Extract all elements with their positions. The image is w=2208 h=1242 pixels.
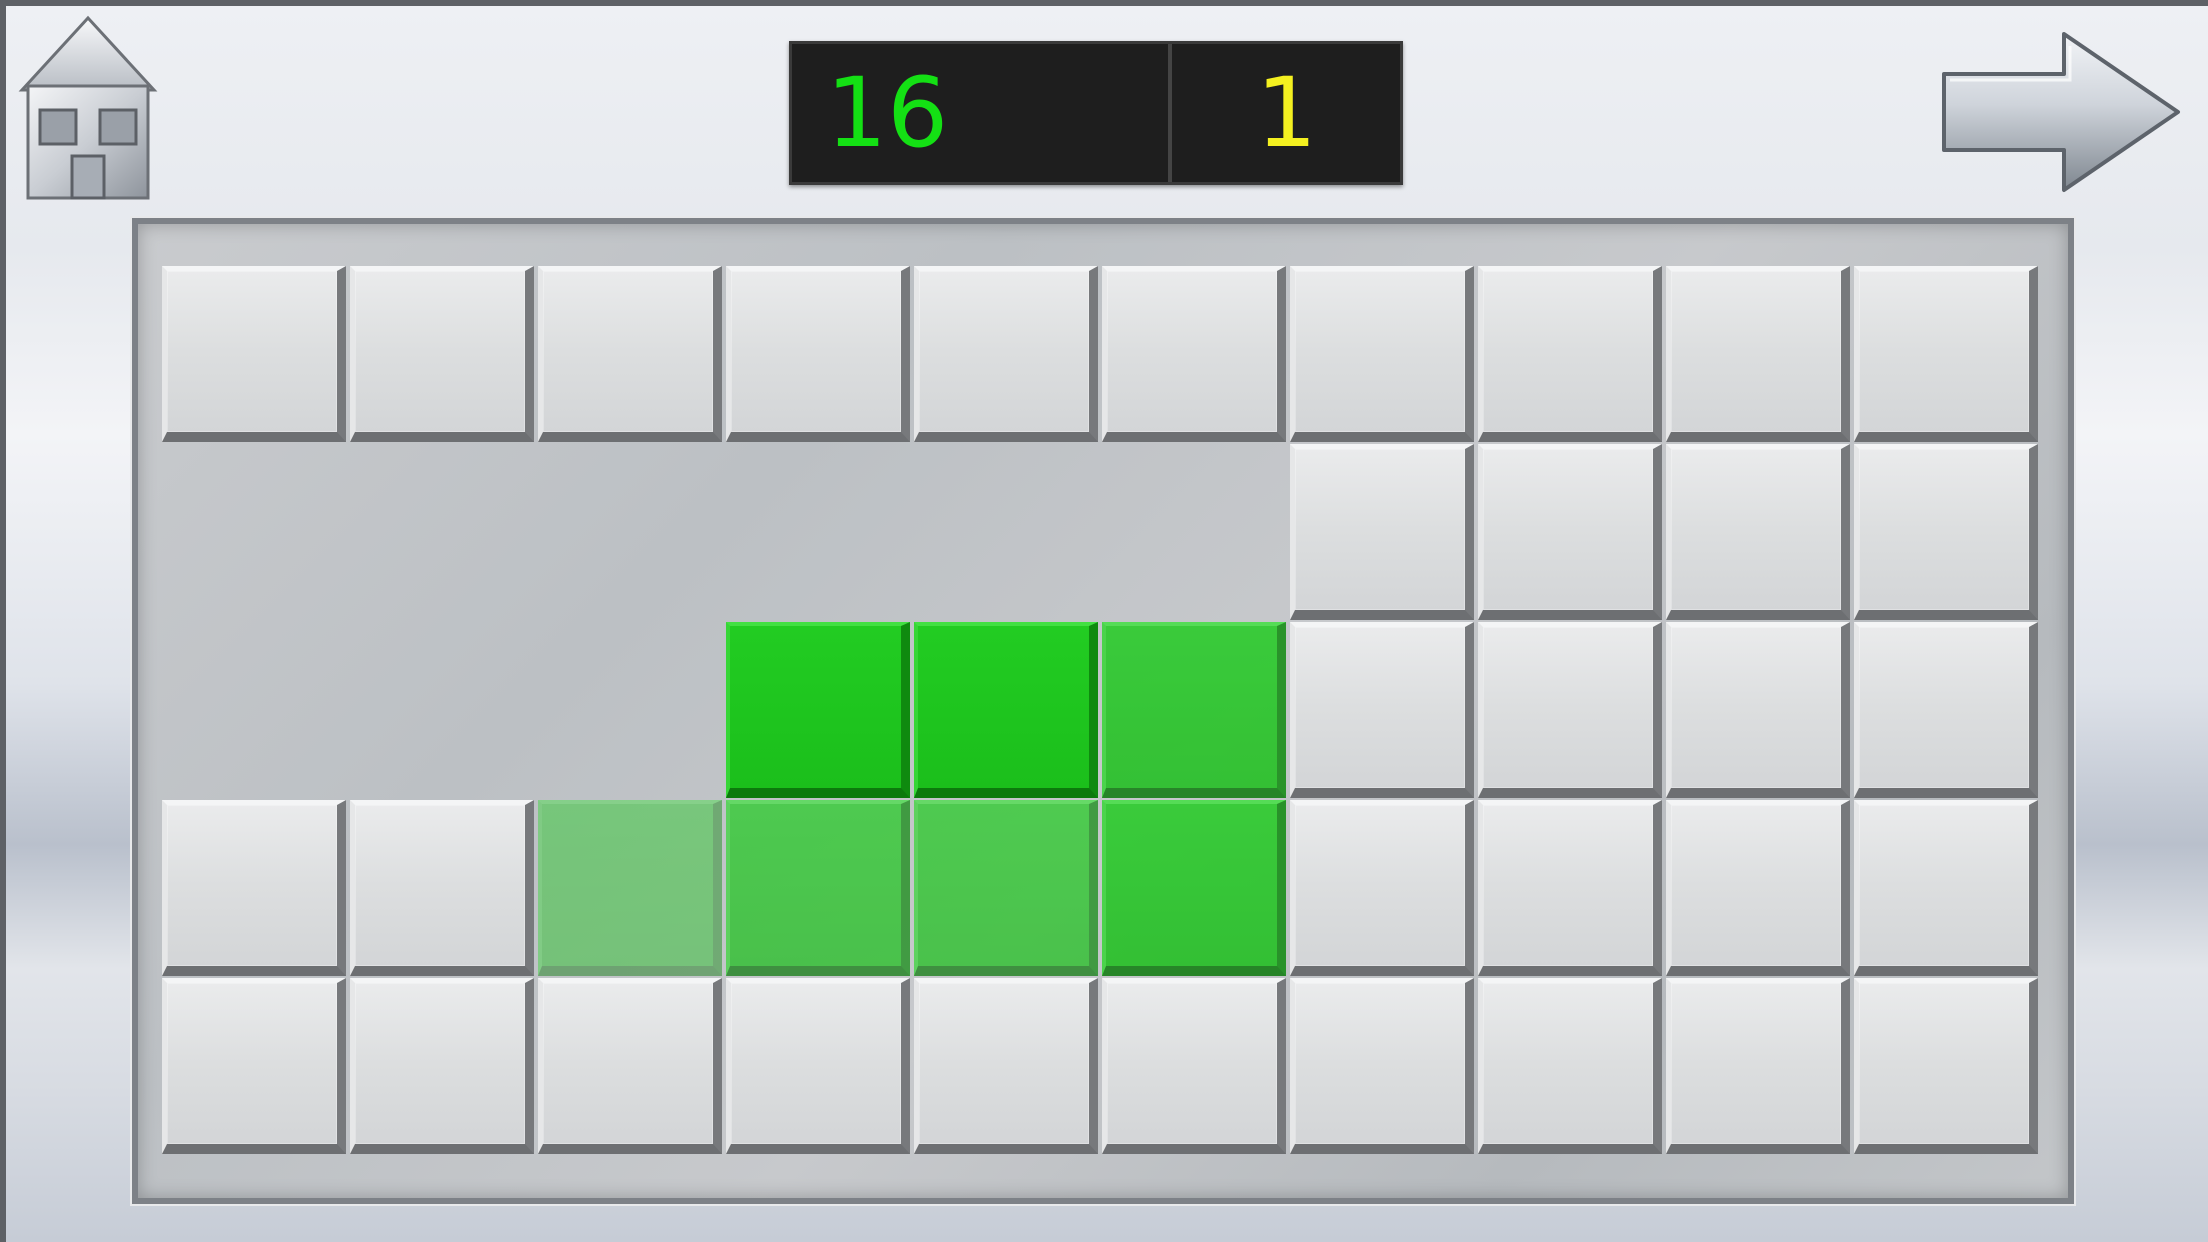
tile-unlit[interactable]	[350, 266, 534, 442]
tile-unlit[interactable]	[162, 800, 346, 976]
tile-unlit[interactable]	[1290, 800, 1474, 976]
tile-unlit[interactable]	[350, 978, 534, 1154]
tile-unlit[interactable]	[162, 978, 346, 1154]
tile-unlit[interactable]	[1666, 800, 1850, 976]
tile-unlit[interactable]	[162, 266, 346, 442]
game-board	[132, 218, 2074, 1204]
arrow-right-icon	[1942, 32, 2180, 192]
level-counter: 1	[1172, 44, 1400, 182]
tile-unlit[interactable]	[1854, 444, 2038, 620]
tile-unlit[interactable]	[726, 266, 910, 442]
tile-unlit[interactable]	[538, 978, 722, 1154]
tile-unlit[interactable]	[1478, 978, 1662, 1154]
tile-unlit[interactable]	[1854, 622, 2038, 798]
tile-unlit[interactable]	[1666, 978, 1850, 1154]
tile-unlit[interactable]	[914, 978, 1098, 1154]
score-counter: 16	[792, 44, 1172, 182]
tile-unlit[interactable]	[1666, 444, 1850, 620]
level-value: 1	[1256, 57, 1318, 169]
tile-lit[interactable]	[726, 622, 910, 798]
tile-lit[interactable]	[1102, 800, 1286, 976]
tile-unlit[interactable]	[1666, 622, 1850, 798]
home-button[interactable]	[14, 14, 162, 204]
tile-unlit[interactable]	[1102, 266, 1286, 442]
tile-unlit[interactable]	[1666, 266, 1850, 442]
tile-unlit[interactable]	[538, 266, 722, 442]
tile-unlit[interactable]	[726, 978, 910, 1154]
next-button[interactable]	[1940, 30, 2184, 194]
tile-unlit[interactable]	[1290, 978, 1474, 1154]
tile-unlit[interactable]	[1478, 444, 1662, 620]
tile-unlit[interactable]	[1102, 978, 1286, 1154]
tile-unlit[interactable]	[914, 266, 1098, 442]
tile-unlit[interactable]	[1478, 266, 1662, 442]
tile-unlit[interactable]	[1854, 266, 2038, 442]
tile-unlit[interactable]	[1290, 622, 1474, 798]
tile-unlit[interactable]	[350, 800, 534, 976]
home-icon	[18, 15, 158, 200]
tile-unlit[interactable]	[1478, 800, 1662, 976]
tile-unlit[interactable]	[1290, 266, 1474, 442]
tile-unlit[interactable]	[1478, 622, 1662, 798]
tile-lit[interactable]	[914, 800, 1098, 976]
tile-lit[interactable]	[538, 800, 722, 976]
tile-unlit[interactable]	[1854, 978, 2038, 1154]
tile-lit[interactable]	[1102, 622, 1286, 798]
tile-unlit[interactable]	[1854, 800, 2038, 976]
tile-unlit[interactable]	[1290, 444, 1474, 620]
tile-lit[interactable]	[726, 800, 910, 976]
tile-lit[interactable]	[914, 622, 1098, 798]
game-screen: 16 1	[0, 0, 2208, 1242]
score-panel: 16 1	[789, 41, 1403, 185]
score-value: 16	[826, 57, 949, 169]
